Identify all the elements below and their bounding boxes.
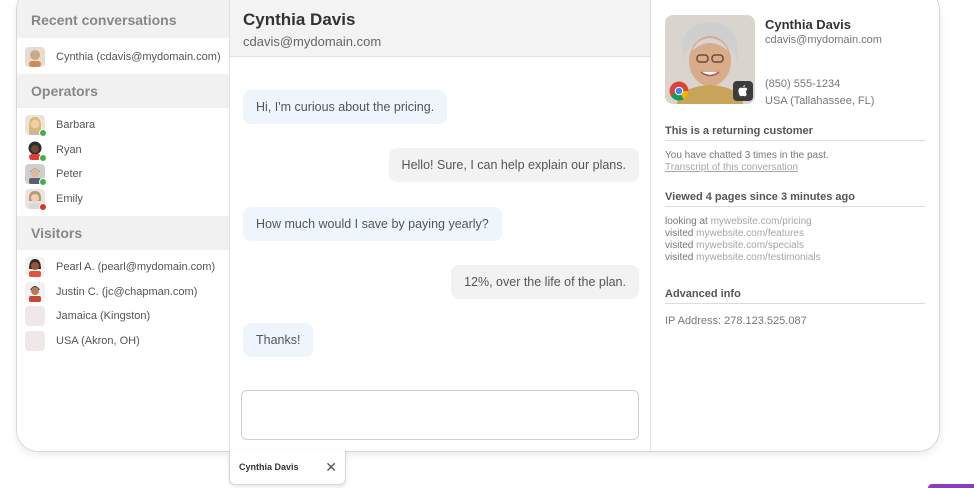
page-action: visited: [665, 252, 694, 263]
online-status-dot: [39, 178, 47, 187]
corner-accent: [928, 484, 974, 488]
operator-label: Emily: [56, 192, 83, 205]
returning-customer-info: You have chatted 3 times in the past. Tr…: [665, 150, 925, 174]
page-url: mywebsite.com/features: [696, 228, 804, 239]
avatar: [25, 139, 47, 162]
close-icon[interactable]: ✕: [325, 460, 337, 474]
message-operator: Hello! Sure, I can help explain our plan…: [388, 148, 639, 182]
page-action: visited: [665, 240, 694, 251]
page-entry: visited mywebsite.com/specials: [665, 240, 925, 252]
profile-name: Cynthia Davis: [765, 17, 851, 32]
online-status-dot: [39, 153, 47, 162]
message-operator: 12%, over the life of the plan.: [451, 265, 639, 299]
operator-label: Barbara: [56, 119, 96, 132]
page-url: mywebsite.com/testimonials: [696, 252, 821, 263]
visitors-list: Pearl A. (pearl@mydomain.com) Justin C. …: [17, 255, 229, 353]
chat-contact-name: Cynthia Davis: [243, 10, 356, 29]
page-url: mywebsite.com/pricing: [710, 216, 812, 227]
avatar: [25, 47, 45, 67]
pages-viewed-title: Viewed 4 pages since 3 minutes ago: [665, 191, 925, 207]
operators-header: Operators: [17, 74, 229, 108]
avatar-placeholder: [25, 330, 45, 351]
chat-count-text: You have chatted 3 times in the past.: [665, 150, 829, 161]
operator-item-barbara[interactable]: Barbara: [17, 113, 229, 138]
operator-item-ryan[interactable]: Ryan: [17, 138, 229, 163]
chat-header: Cynthia Davis cdavis@mydomain.com: [230, 0, 650, 57]
visitor-item-justin[interactable]: Justin C. (jc@chapman.com): [17, 280, 229, 305]
recent-item-cynthia[interactable]: Cynthia (cdavis@mydomain.com): [17, 40, 229, 74]
operator-label: Ryan: [56, 143, 82, 156]
online-status-dot: [39, 129, 47, 138]
visitor-item-jamaica[interactable]: Jamaica (Kingston): [17, 304, 229, 329]
message-visitor: How much would I save by paying yearly?: [243, 207, 502, 241]
transcript-link[interactable]: Transcript of this conversation: [665, 162, 925, 174]
visitor-item-pearl[interactable]: Pearl A. (pearl@mydomain.com): [17, 255, 229, 280]
visitors-header: Visitors: [17, 216, 229, 250]
visitor-label: Justin C. (jc@chapman.com): [56, 285, 198, 298]
chat-app-window: Recent conversations Cynthia (cdavis@myd…: [16, 0, 940, 452]
operators-title: Operators: [31, 83, 98, 99]
recent-conversations-header: Recent conversations: [17, 0, 229, 38]
page-action: visited: [665, 228, 694, 239]
sidebar: Recent conversations Cynthia (cdavis@myd…: [17, 0, 230, 451]
apple-icon: [733, 81, 753, 101]
recent-item-label: Cynthia (cdavis@mydomain.com): [56, 51, 221, 63]
visitor-label: USA (Akron, OH): [56, 334, 140, 347]
chrome-icon: [669, 81, 689, 101]
minimized-chat-tab[interactable]: Cynthia Davis ✕: [229, 450, 346, 485]
message-visitor: Hi, I'm curious about the pricing.: [243, 90, 448, 124]
profile-email: cdavis@mydomain.com: [765, 34, 882, 46]
visitor-label: Jamaica (Kingston): [56, 310, 151, 323]
page-entry: visited mywebsite.com/features: [665, 228, 925, 240]
operators-list: Barbara Ryan Peter Emily: [17, 113, 229, 211]
profile-panel: Cynthia Davis cdavis@mydomain.com (850) …: [651, 0, 939, 451]
pages-list: looking at mywebsite.com/pricing visited…: [665, 216, 925, 264]
page-url: mywebsite.com/specials: [696, 240, 804, 251]
advanced-info-title: Advanced info: [665, 288, 925, 304]
chat-contact-email: cdavis@mydomain.com: [243, 34, 382, 49]
visitors-title: Visitors: [31, 225, 83, 241]
minimized-chat-name: Cynthia Davis: [239, 462, 299, 472]
avatar-placeholder: [25, 306, 45, 327]
avatar: [25, 281, 45, 302]
operator-item-peter[interactable]: Peter: [17, 162, 229, 187]
avatar: [25, 164, 47, 187]
recent-conversations-title: Recent conversations: [31, 11, 177, 28]
profile-phone: (850) 555-1234: [765, 78, 841, 90]
visitor-item-usa[interactable]: USA (Akron, OH): [17, 329, 229, 354]
contact-photo: [665, 15, 755, 104]
visitor-label: Pearl A. (pearl@mydomain.com): [56, 261, 216, 274]
page-entry: looking at mywebsite.com/pricing: [665, 216, 925, 228]
operator-label: Peter: [56, 168, 83, 181]
page-entry: visited mywebsite.com/testimonials: [665, 252, 925, 264]
message-input[interactable]: [241, 390, 639, 440]
avatar: [25, 115, 47, 138]
ip-address: IP Address: 278.123.525.087: [665, 315, 807, 327]
page-action: looking at: [665, 216, 708, 227]
returning-customer-title: This is a returning customer: [665, 125, 925, 141]
profile-location: USA (Tallahassee, FL): [765, 95, 875, 107]
operator-item-emily[interactable]: Emily: [17, 187, 229, 212]
chat-panel: Cynthia Davis cdavis@mydomain.com Hi, I'…: [230, 0, 651, 451]
message-visitor: Thanks!: [243, 323, 314, 357]
avatar: [25, 188, 47, 211]
avatar: [25, 257, 45, 278]
busy-status-dot: [39, 202, 47, 211]
